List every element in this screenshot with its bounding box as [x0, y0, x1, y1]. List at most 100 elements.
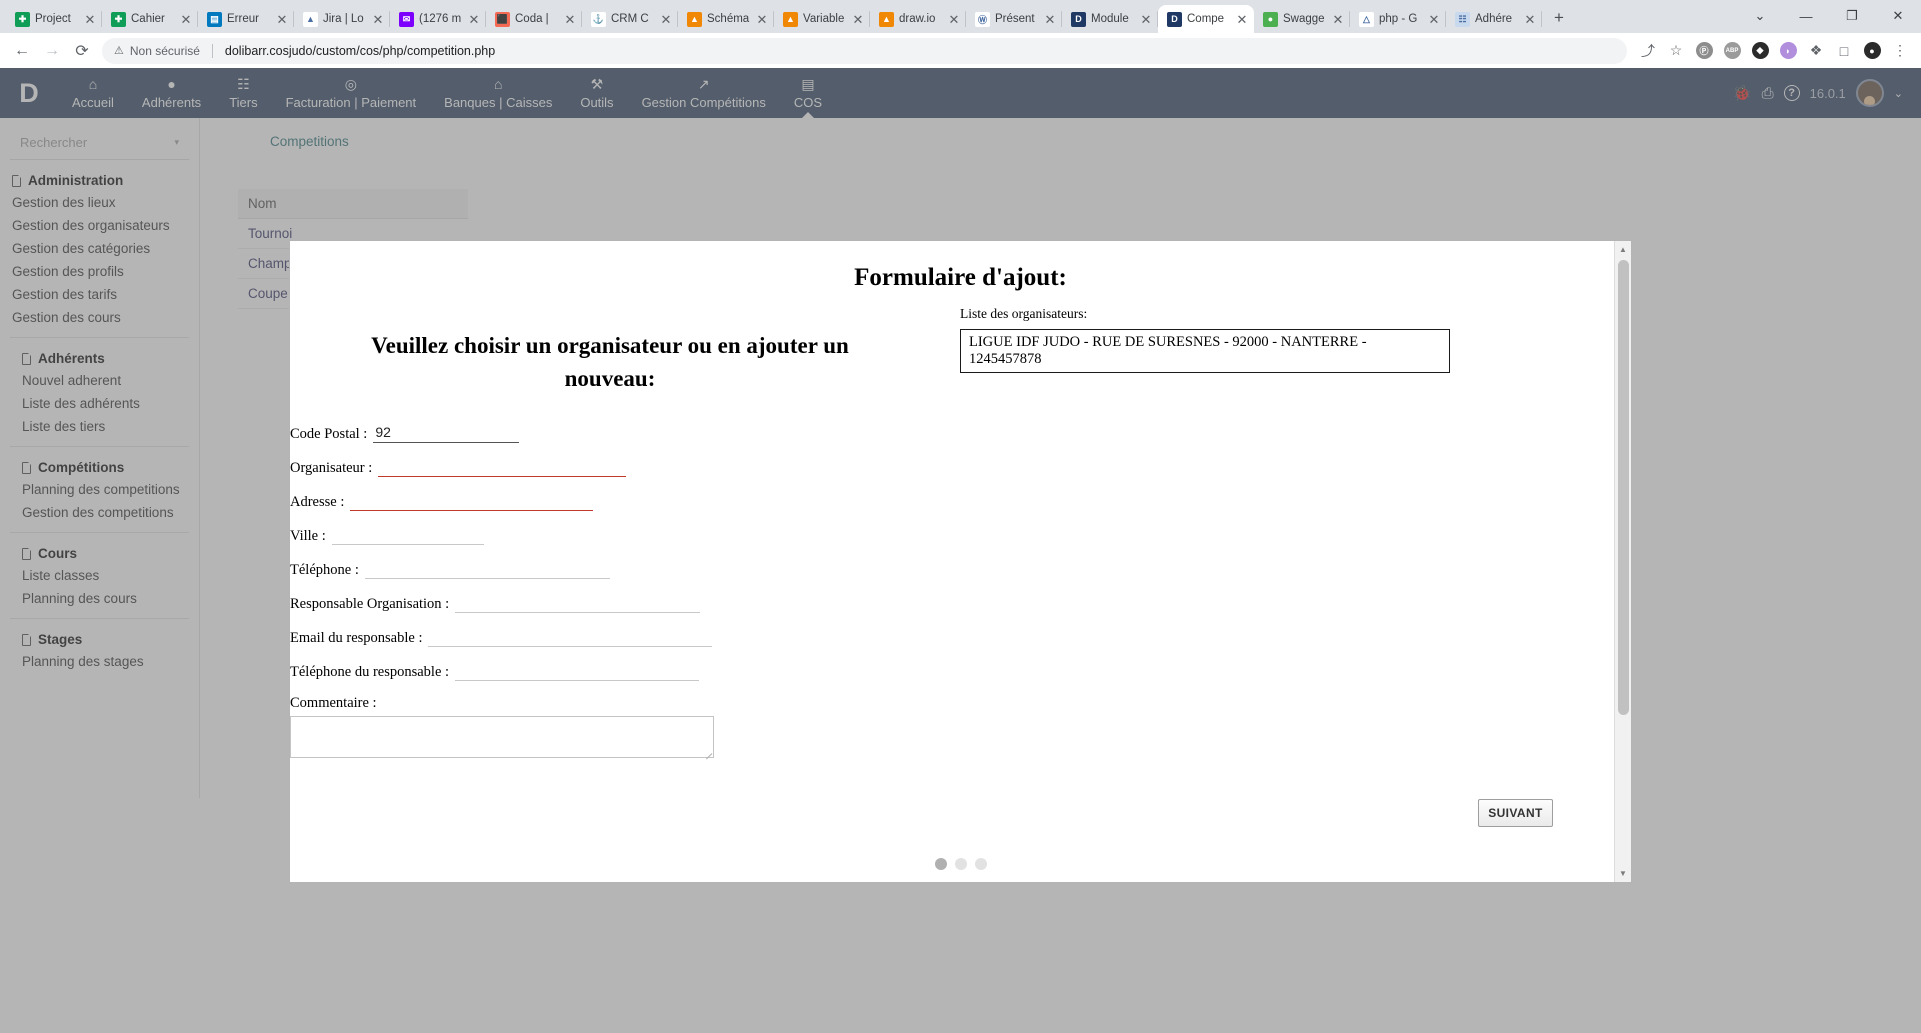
scrollbar-thumb[interactable] [1617, 260, 1629, 715]
browser-tab[interactable]: ▲ Variable ✕ [774, 5, 870, 33]
tab-close-icon[interactable]: ✕ [1428, 13, 1440, 26]
user-menu-caret-icon[interactable]: ⌄ [1894, 87, 1903, 100]
top-menu-tiers[interactable]: ☷ Tiers [215, 68, 271, 118]
sidebar-item-liste-classes[interactable]: Liste classes [10, 564, 189, 587]
top-menu-adh-rents[interactable]: ● Adhérents [128, 68, 215, 118]
sidebar-item-planning-des-cours[interactable]: Planning des cours [10, 587, 189, 610]
extension-colored-icon[interactable]: ◗ [1775, 38, 1801, 64]
bookmark-star-icon[interactable]: ☆ [1663, 38, 1689, 64]
organizer-option[interactable]: LIGUE IDF JUDO - RUE DE SURESNES - 92000… [969, 334, 1441, 368]
field-input-ville[interactable] [331, 524, 484, 546]
scroll-down-arrow-icon[interactable]: ▼ [1614, 865, 1631, 882]
adblock-icon[interactable]: ABP [1719, 38, 1745, 64]
sidebar-item-liste-des-adh-rents[interactable]: Liste des adhérents [10, 392, 189, 415]
browser-tab[interactable]: ▲ Schéma ✕ [678, 5, 774, 33]
step-dot-3[interactable] [974, 858, 987, 870]
tab-close-icon[interactable]: ✕ [948, 13, 960, 26]
sidebar-item-gestion-des-organisateurs[interactable]: Gestion des organisateurs [0, 214, 199, 237]
sidebar-item-gestion-des-profils[interactable]: Gestion des profils [0, 260, 199, 283]
tab-close-icon[interactable]: ✕ [852, 13, 864, 26]
tab-close-icon[interactable]: ✕ [276, 13, 288, 26]
address-bar[interactable]: ⚠ Non sécurisé dolibarr.cosjudo/custom/c… [102, 37, 1627, 64]
window-close-button[interactable]: ✕ [1875, 0, 1921, 32]
scroll-up-arrow-icon[interactable]: ▲ [1614, 241, 1631, 258]
bug-icon[interactable]: 🐞 [1733, 84, 1752, 102]
new-tab-button[interactable]: + [1546, 5, 1572, 31]
top-menu-gestion-comp-titions[interactable]: ↗ Gestion Compétitions [628, 68, 780, 118]
browser-tab[interactable]: D Compe ✕ [1158, 5, 1254, 33]
tab-close-icon[interactable]: ✕ [180, 13, 192, 26]
modal-scrollbar[interactable]: ▲ ▼ [1614, 241, 1631, 882]
sidebar-item-gestion-des-cours[interactable]: Gestion des cours [0, 306, 199, 329]
tab-close-icon[interactable]: ✕ [372, 13, 384, 26]
browser-tab[interactable]: ▲ Jira | Lo ✕ [294, 5, 390, 33]
step-dot-2[interactable] [954, 858, 967, 870]
browser-tab[interactable]: ⬛ Coda | ✕ [486, 5, 582, 33]
sidebar-item-liste-des-tiers[interactable]: Liste des tiers [10, 415, 189, 438]
field-input-code-postal[interactable] [373, 422, 520, 444]
sidebar-search-caret-icon[interactable]: ▾ [174, 137, 179, 148]
field-input-t-l-phone[interactable] [364, 558, 610, 580]
top-menu-accueil[interactable]: ⌂ Accueil [58, 68, 128, 118]
maximize-button[interactable]: ❐ [1829, 0, 1875, 32]
tab-close-icon[interactable]: ✕ [660, 13, 672, 26]
tab-search-button[interactable]: ⌄ [1737, 0, 1783, 32]
forward-button[interactable]: → [38, 37, 66, 65]
field-input-organisateur[interactable] [378, 456, 627, 478]
browser-tab[interactable]: ⚓ CRM C ✕ [582, 5, 678, 33]
sidebar-item-planning-des-stages[interactable]: Planning des stages [10, 650, 189, 673]
browser-tab[interactable]: ✉ (1276 m ✕ [390, 5, 486, 33]
sidebar-item-gestion-des-lieux[interactable]: Gestion des lieux [0, 191, 199, 214]
sidebar-item-gestion-des-tarifs[interactable]: Gestion des tarifs [0, 283, 199, 306]
pinterest-icon[interactable]: Ⓟ [1691, 38, 1717, 64]
tab-close-icon[interactable]: ✕ [1524, 13, 1536, 26]
next-button[interactable]: SUIVANT [1478, 799, 1553, 827]
minimize-button[interactable]: — [1783, 0, 1829, 32]
tab-close-icon[interactable]: ✕ [1140, 13, 1152, 26]
browser-tab[interactable]: ▲ draw.io ✕ [870, 5, 966, 33]
browser-tab[interactable]: Ⓦ Présent ✕ [966, 5, 1062, 33]
browser-tab[interactable]: ● Swagge ✕ [1254, 5, 1350, 33]
browser-tab[interactable]: ☷ Adhére ✕ [1446, 5, 1542, 33]
comment-textarea[interactable] [290, 716, 714, 759]
chrome-menu-icon[interactable]: ⋮ [1887, 38, 1913, 64]
browser-tab[interactable]: △ php - G ✕ [1350, 5, 1446, 33]
sidebar-item-planning-des-competitions[interactable]: Planning des competitions [10, 478, 189, 501]
browser-tab[interactable]: D Module ✕ [1062, 5, 1158, 33]
dolibarr-logo[interactable]: D [0, 78, 58, 109]
help-icon[interactable]: ? [1783, 85, 1800, 101]
sidebar-search[interactable]: Rechercher ▾ [10, 126, 189, 160]
top-menu-facturation-paiement[interactable]: ◎ Facturation | Paiement [272, 68, 431, 118]
browser-tab[interactable]: ✚ Cahier ✕ [102, 5, 198, 33]
user-avatar[interactable] [1855, 79, 1884, 107]
back-button[interactable]: ← [8, 37, 36, 65]
tab-close-icon[interactable]: ✕ [1236, 13, 1248, 26]
top-menu-outils[interactable]: ⚒ Outils [566, 68, 627, 118]
sidebar-item-nouvel-adherent[interactable]: Nouvel adherent [10, 369, 189, 392]
metamask-icon[interactable]: ◆ [1747, 38, 1773, 64]
tab-close-icon[interactable]: ✕ [564, 13, 576, 26]
organizer-list-box[interactable]: LIGUE IDF JUDO - RUE DE SURESNES - 92000… [960, 329, 1450, 373]
tab-close-icon[interactable]: ✕ [1044, 13, 1056, 26]
breadcrumb[interactable]: Competitions [200, 126, 1921, 149]
share-icon[interactable]: ⤴ [1635, 38, 1661, 64]
field-input-adresse[interactable] [350, 490, 594, 512]
tab-close-icon[interactable]: ✕ [1332, 13, 1344, 26]
sidepanel-icon[interactable]: □ [1831, 38, 1857, 64]
reload-button[interactable]: ⟳ [68, 37, 96, 65]
top-menu-cos[interactable]: ▤ COS [780, 68, 836, 118]
print-icon[interactable]: ⎙ [1762, 85, 1774, 102]
tab-close-icon[interactable]: ✕ [84, 13, 96, 26]
sidebar-item-gestion-des-cat-gories[interactable]: Gestion des catégories [0, 237, 199, 260]
field-input-t-l-phone-du-responsable[interactable] [455, 660, 700, 682]
top-menu-banques-caisses[interactable]: ⌂ Banques | Caisses [430, 68, 566, 118]
extensions-puzzle-icon[interactable]: ❖ [1803, 38, 1829, 64]
sidebar-item-gestion-des-competitions[interactable]: Gestion des competitions [10, 501, 189, 524]
step-dot-1[interactable] [934, 858, 947, 870]
browser-tab[interactable]: ✚ Project ✕ [6, 5, 102, 33]
profile-avatar-icon[interactable]: ● [1859, 38, 1885, 64]
field-input-responsable-organisation[interactable] [455, 592, 701, 614]
browser-tab[interactable]: ▤ Erreur ✕ [198, 5, 294, 33]
field-input-email-du-responsable[interactable] [428, 626, 713, 648]
column-header-nom[interactable]: Nom [238, 189, 468, 219]
